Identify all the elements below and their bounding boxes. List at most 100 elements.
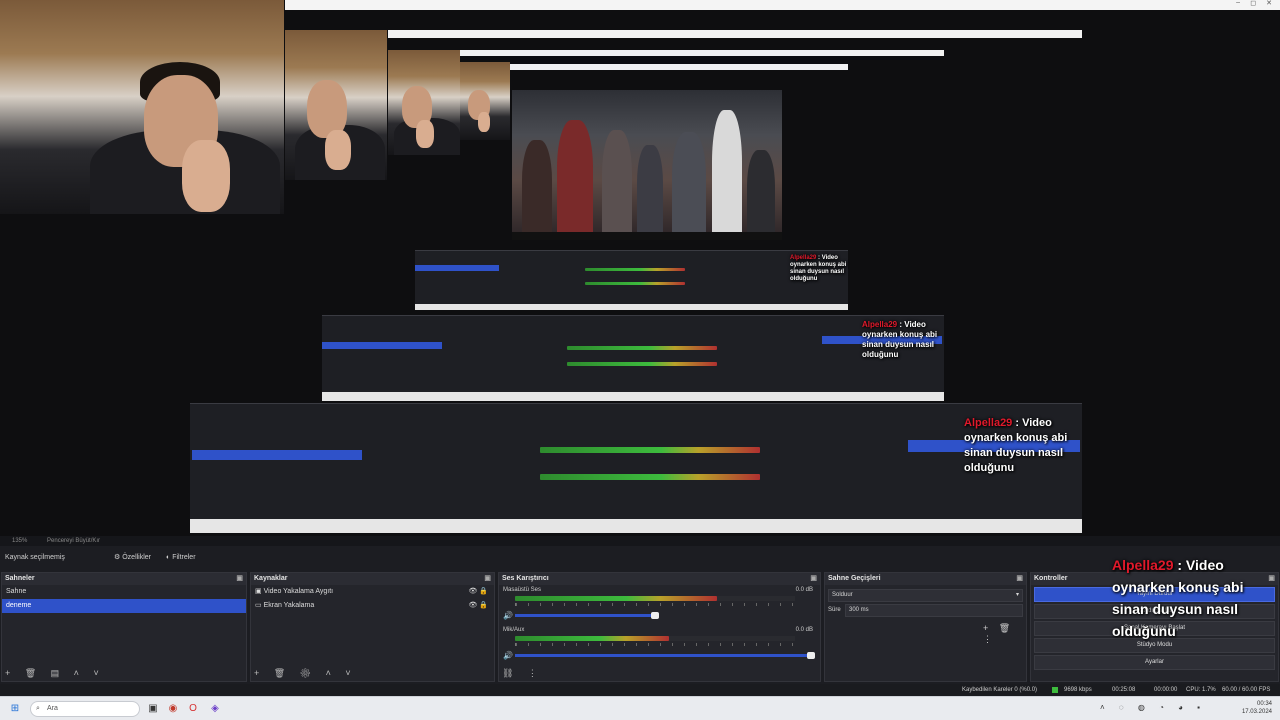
transitions-title: Sahne Geçişleri — [828, 575, 881, 582]
fps: 60.00 / 60.00 FPS — [1222, 687, 1271, 693]
bitrate: 9698 kbps — [1064, 687, 1092, 693]
mixer-track: Masaüstü Ses 0.0 dB 🔊 — [503, 587, 815, 620]
sources-title: Kaynaklar — [254, 575, 288, 582]
twitch-icon[interactable]: ◈ — [208, 702, 222, 716]
webcam-echo-2 — [388, 50, 460, 155]
duration-label: Süre — [828, 607, 841, 613]
chat-line: oynarken konuş abi — [1112, 579, 1244, 595]
properties-button[interactable]: ⚙ Özellikler — [114, 548, 151, 568]
date: 17.03.2024 — [1241, 709, 1272, 715]
transitions-dock: Sahne Geçişleri ▣ Solduur ▾ Süre 300 ms + … — [824, 572, 1027, 682]
source-item[interactable]: ▭ Ekran Yakalama 👁 🔒 — [251, 599, 494, 613]
volume-slider[interactable] — [515, 614, 655, 617]
search-icon: ⌕ — [36, 705, 40, 712]
track-name: Masaüstü Ses — [503, 587, 542, 593]
record-time: 00:00:00 — [1154, 687, 1178, 693]
mixer-track: Mik/Aux 0.0 dB 🔊 — [503, 627, 815, 660]
filter-icon: ◐ — [166, 554, 171, 561]
chat-username: Alpella29 — [1112, 557, 1174, 573]
obs-icon[interactable]: ◉ — [166, 702, 180, 716]
nested-titlebar-2 — [460, 50, 944, 56]
close-button[interactable]: ✕ — [1266, 0, 1272, 7]
mixer-title: Ses Karıştırıcı — [502, 575, 549, 582]
sources-dock: Kaynaklar ▣ ▣ Video Yakalama Aygıtı 👁 🔒 ▭ … — [250, 572, 495, 682]
volume-meter — [515, 596, 795, 601]
status-bar: Kaybedilen Kareler 0 (%0.0) 9698 kbps 00… — [0, 684, 1280, 696]
preview-canvas[interactable]: – ◻ ✕ Alpella29: Video oynarken konuş a… — [0, 0, 1280, 536]
webcam-echo-3 — [460, 62, 510, 140]
scene-item-selected[interactable]: deneme — [2, 599, 246, 613]
webcam-echo-1 — [285, 30, 387, 180]
chevron-down-icon: ▾ — [1015, 592, 1019, 598]
track-db: 0.0 dB — [795, 587, 813, 593]
track-name: Mik/Aux — [503, 627, 525, 633]
nested-obs-small — [415, 250, 848, 310]
camera-icon: ▣ — [255, 588, 264, 595]
source-toolbar: Kaynak seçilmemiş ⚙ Özellikler ◐ Filtrel… — [0, 548, 1280, 568]
chat-separator: : Video — [1173, 557, 1224, 573]
meter-ticks — [515, 643, 795, 646]
stream-time: 00:25:08 — [1112, 687, 1136, 693]
nested-chat-medium: Alpella29 : Video oynarken konuş abi sina… — [862, 320, 938, 359]
scenes-toolbar[interactable]: + 🗑 ▤ ˄ ˅ — [5, 668, 105, 679]
resize-mode[interactable]: Pencereyi Büyüt/Kır — [47, 538, 100, 544]
dock-menu-icon[interactable]: ▣ — [1016, 573, 1023, 585]
scene-item[interactable]: Sahne — [2, 585, 246, 599]
filters-button[interactable]: ◐ Filtreler — [166, 548, 196, 568]
dock-menu-icon[interactable]: ▣ — [484, 573, 491, 585]
gear-icon: ⚙ — [114, 554, 121, 561]
dock-menu-icon[interactable]: ▣ — [810, 573, 817, 585]
speaker-icon[interactable]: 🔊 — [503, 611, 513, 620]
cpu-usage: CPU: 1.7% — [1186, 687, 1216, 693]
obs-topbar: 135% Pencereyi Büyüt/Kır — [0, 536, 1280, 546]
nested-chat-small: Alpella29 : Video oynarken konuş abi sina… — [790, 255, 847, 282]
settings-button[interactable]: Ayarlar — [1034, 655, 1275, 670]
nested-titlebar-1 — [388, 30, 1082, 38]
source-item[interactable]: ▣ Video Yakalama Aygıtı 👁 🔒 — [251, 585, 494, 599]
no-source-label: Kaynak seçilmemiş — [5, 554, 65, 561]
clock[interactable]: 00:34 17.03.2024 — [1242, 700, 1272, 716]
visibility-lock-icons[interactable]: 👁 🔒 — [468, 585, 488, 599]
chat-line: sinan duysun nasıl — [1112, 601, 1239, 617]
transition-toolbar[interactable]: + 🗑 ⋮ — [983, 623, 1026, 645]
volume-slider[interactable] — [515, 654, 815, 657]
signal-icon — [1052, 687, 1058, 693]
audio-mixer-dock: Ses Karıştırıcı ▣ Masaüstü Ses 0.0 dB 🔊 M… — [498, 572, 821, 682]
dock-menu-icon[interactable]: ▣ — [236, 573, 243, 585]
meter-ticks — [515, 603, 795, 606]
scenes-title: Sahneler — [5, 575, 35, 582]
windows-taskbar: ⊞ ⌕ Ara ▣ ◉ O ◈ ˄ ◌ ◍ ◔ ◕ ▪ 00:34 17.03.2… — [0, 696, 1280, 720]
maximize-button[interactable]: ◻ — [1250, 0, 1256, 7]
video-player — [512, 90, 782, 240]
duration-input[interactable]: 300 ms — [845, 604, 1023, 617]
visibility-lock-icons[interactable]: 👁 🔒 — [468, 599, 488, 613]
chat-line: olduğunu — [1112, 623, 1176, 639]
nested-chat-large: Alpella29 : Video oynarken konuş abi sina… — [964, 417, 1068, 474]
tray-icons[interactable]: ˄ ◌ ◍ ◔ ◕ ▪ — [1100, 703, 1206, 712]
nested-obs-medium — [322, 315, 944, 401]
window-titlebar: – ◻ ✕ — [285, 0, 1280, 10]
mixer-toolbar[interactable]: ⛓ ⋮ — [502, 668, 543, 679]
zoom-level[interactable]: 135% — [12, 538, 27, 544]
search-box[interactable]: ⌕ Ara — [30, 701, 140, 717]
monitor-icon: ▭ — [255, 602, 264, 609]
volume-slider-handle[interactable] — [651, 612, 659, 619]
webcam-feed — [0, 0, 284, 214]
start-icon[interactable]: ⊞ — [8, 702, 22, 716]
track-db: 0.0 dB — [795, 627, 813, 633]
time: 00:34 — [1256, 701, 1272, 707]
volume-slider-handle[interactable] — [807, 652, 815, 659]
transition-select[interactable]: Solduur ▾ — [828, 589, 1023, 602]
speaker-icon[interactable]: 🔊 — [503, 651, 513, 660]
file-explorer-icon[interactable]: ▣ — [146, 702, 160, 716]
nested-obs-large — [190, 403, 1082, 533]
scenes-dock: Sahneler ▣ Sahne deneme + 🗑 ▤ ˄ ˅ — [1, 572, 247, 682]
opera-icon[interactable]: O — [186, 702, 200, 716]
controls-title: Kontroller — [1034, 575, 1068, 582]
obs-main-window: 135% Pencereyi Büyüt/Kır Kaynak seçilmem… — [0, 536, 1280, 696]
nested-titlebar-3 — [510, 64, 848, 70]
minimize-button[interactable]: – — [1236, 0, 1240, 6]
sources-toolbar[interactable]: + 🗑 ⚙ ˄ ˅ — [254, 668, 357, 679]
dock-menu-icon[interactable]: ▣ — [1268, 573, 1275, 585]
video-controls — [512, 232, 782, 240]
